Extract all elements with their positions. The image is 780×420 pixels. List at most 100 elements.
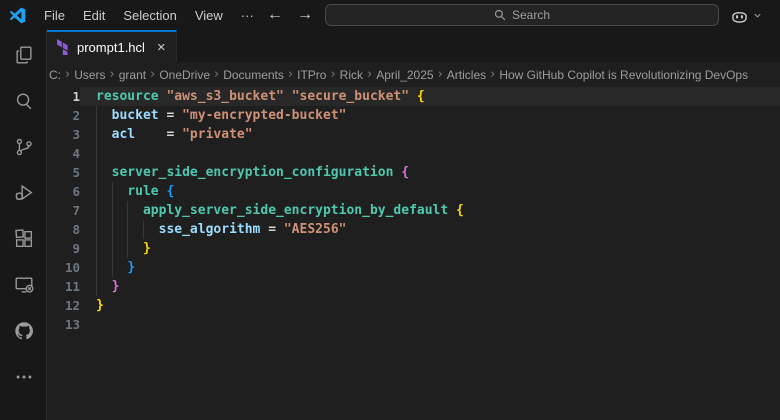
breadcrumb-item[interactable]: ITPro: [297, 68, 326, 82]
search-icon: [494, 9, 506, 21]
line-number: 9: [72, 241, 80, 256]
activity-source-control-icon[interactable]: [0, 124, 47, 170]
line-content[interactable]: sse_algorithm = "AES256": [80, 220, 780, 239]
activity-extensions-icon[interactable]: [0, 216, 47, 262]
breadcrumb-separator: ›: [214, 67, 220, 82]
nav-forward-button[interactable]: →: [292, 0, 318, 30]
menu-edit[interactable]: Edit: [74, 4, 114, 27]
indent-guide: [96, 106, 97, 125]
code-line[interactable]: 6 rule {: [47, 182, 780, 201]
menu-file[interactable]: File: [35, 4, 74, 27]
activity-run-debug-icon[interactable]: [0, 170, 47, 216]
code-line[interactable]: 4: [47, 144, 780, 163]
indent-guide: [111, 201, 113, 220]
line-number: 4: [72, 146, 80, 161]
code-token-keyword: server_side_encryption_configuration: [111, 165, 394, 180]
code-token-b1: }: [142, 241, 151, 256]
tab-prompt1-hcl[interactable]: prompt1.hcl ×: [47, 30, 177, 62]
indent-guide: [142, 220, 144, 239]
menu-selection[interactable]: Selection: [114, 4, 185, 27]
indent-guide: [111, 182, 113, 201]
line-number: 10: [64, 260, 80, 275]
code-token-b1: }: [96, 298, 104, 313]
copilot-button[interactable]: [729, 3, 763, 27]
code-line[interactable]: 13: [47, 315, 780, 334]
indent-guide: [96, 201, 97, 220]
indent-guide: [111, 239, 113, 258]
breadcrumb-separator: ›: [367, 67, 373, 82]
code-token-b1: {: [456, 203, 464, 218]
chevron-down-icon: [754, 13, 761, 18]
code-line[interactable]: 1 resource "aws_s3_bucket" "secure_bucket…: [47, 87, 780, 106]
code-line[interactable]: 10 }: [47, 258, 780, 277]
breadcrumb-item[interactable]: OneDrive: [159, 68, 210, 82]
code-line[interactable]: 11 }: [47, 277, 780, 296]
search-input[interactable]: Search: [325, 4, 719, 26]
menu-view[interactable]: View: [186, 4, 232, 27]
code-line[interactable]: 5 server_side_encryption_configuration {: [47, 163, 780, 182]
menu-more[interactable]: ···: [232, 4, 263, 27]
breadcrumb-item[interactable]: How GitHub Copilot is Revolutionizing De…: [499, 68, 748, 82]
breadcrumb-separator: ›: [150, 67, 156, 82]
activity-github-icon[interactable]: [0, 308, 47, 354]
line-content[interactable]: [80, 315, 780, 334]
tab-bar: prompt1.hcl ×: [47, 30, 780, 62]
line-content[interactable]: }: [80, 239, 780, 258]
breadcrumb-item[interactable]: C:: [49, 68, 61, 82]
breadcrumb-separator: ›: [109, 67, 115, 82]
breadcrumb-item[interactable]: Rick: [340, 68, 363, 82]
line-number: 11: [64, 279, 80, 294]
line-content[interactable]: }: [80, 296, 780, 315]
code-line[interactable]: 8 sse_algorithm = "AES256": [47, 220, 780, 239]
indent-guide: [127, 220, 129, 239]
activity-remote-explorer-icon[interactable]: [0, 262, 47, 308]
code-line[interactable]: 2 bucket = "my-encrypted-bucket": [47, 106, 780, 125]
line-content[interactable]: }: [80, 258, 780, 277]
line-content[interactable]: apply_server_side_encryption_by_default …: [80, 201, 780, 220]
breadcrumb-item[interactable]: Documents: [223, 68, 284, 82]
title-bar: File Edit Selection View ··· ← → Search: [0, 0, 780, 30]
code-editor[interactable]: 1 resource "aws_s3_bucket" "secure_bucket…: [47, 87, 780, 334]
indent-guide: [96, 277, 97, 296]
line-number: 6: [72, 184, 80, 199]
code-token-string: "AES256": [283, 222, 347, 237]
code-line[interactable]: 3 acl = "private": [47, 125, 780, 144]
breadcrumb-item[interactable]: April_2025: [376, 68, 433, 82]
tab-close-icon[interactable]: ×: [157, 40, 166, 55]
breadcrumb-separator: ›: [65, 67, 71, 82]
line-content[interactable]: [80, 144, 780, 163]
activity-explorer-icon[interactable]: [0, 32, 47, 78]
code-line[interactable]: 12}: [47, 296, 780, 315]
line-content[interactable]: rule {: [80, 182, 780, 201]
code-line[interactable]: 9 }: [47, 239, 780, 258]
breadcrumb-item[interactable]: Articles: [447, 68, 486, 82]
code-token-string: "private": [182, 127, 253, 142]
activity-more-button[interactable]: [0, 354, 47, 400]
line-content[interactable]: resource "aws_s3_bucket" "secure_bucket"…: [80, 87, 780, 106]
line-content[interactable]: server_side_encryption_configuration {: [80, 163, 780, 182]
activity-search-icon[interactable]: [0, 78, 47, 124]
breadcrumb-item[interactable]: grant: [119, 68, 146, 82]
breadcrumb-separator: ›: [490, 67, 496, 82]
nav-back-button[interactable]: ←: [262, 0, 288, 30]
editor-group: prompt1.hcl × C: › Users › grant › OneDrive › Do…: [47, 30, 780, 420]
indent-guide: [96, 239, 97, 258]
code-line[interactable]: 7 apply_server_side_encryption_by_defaul…: [47, 201, 780, 220]
indent-guide: [96, 182, 97, 201]
breadcrumb-item[interactable]: Users: [74, 68, 105, 82]
vscode-window: FileEditSelectionView ··· ← → Search: [0, 0, 780, 420]
line-content[interactable]: acl = "private": [80, 125, 780, 144]
code-token-property: sse_algorithm: [158, 222, 261, 237]
line-number: 2: [72, 108, 80, 123]
line-content[interactable]: bucket = "my-encrypted-bucket": [80, 106, 780, 125]
line-content[interactable]: }: [80, 277, 780, 296]
code-token-b3: {: [166, 184, 175, 199]
